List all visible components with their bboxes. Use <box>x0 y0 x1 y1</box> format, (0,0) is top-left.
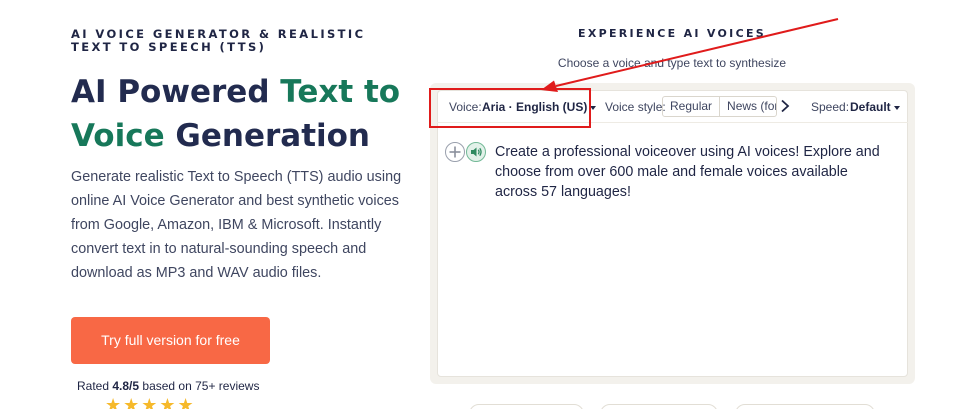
panel-title: EXPERIENCE AI VOICES <box>578 27 766 40</box>
add-voice-button[interactable] <box>445 142 465 162</box>
rating-prefix: Rated <box>77 379 113 393</box>
hero-title-part2: Generation <box>164 118 370 154</box>
editor-text[interactable]: Create a professional voiceover using AI… <box>495 142 890 202</box>
annotation-highlight-box <box>429 88 591 128</box>
try-full-version-button[interactable]: Try full version for free <box>71 317 270 364</box>
speed-select-value: Default <box>850 100 891 114</box>
style-option-news[interactable]: News (form <box>720 97 776 116</box>
rating-value: 4.8/5 <box>112 379 140 393</box>
speaker-icon <box>471 147 482 157</box>
caret-down-icon <box>893 105 900 110</box>
panel-subtitle: Choose a voice and type text to synthesi… <box>557 56 787 70</box>
voice-chip[interactable] <box>469 404 584 409</box>
speed-label: Speed: <box>811 100 850 114</box>
voice-chip[interactable] <box>735 404 875 409</box>
rating-suffix: based on 75+ reviews <box>139 379 260 393</box>
hero-title-part1: AI Powered <box>71 74 281 110</box>
play-voice-button[interactable] <box>466 142 486 162</box>
speed-select[interactable]: Default <box>850 100 900 114</box>
rating-stars: ★★★★★ <box>105 395 196 409</box>
rating-text: Rated 4.8/5 based on 75+ reviews <box>77 379 259 393</box>
text-editor[interactable] <box>437 90 908 377</box>
hero-title: AI Powered Text to Voice Generation <box>71 70 431 158</box>
voice-chip[interactable] <box>600 404 718 409</box>
plus-circle-icon <box>449 146 461 158</box>
caret-down-icon <box>590 105 597 110</box>
voice-style-label: Voice style: <box>605 100 666 114</box>
style-option-regular[interactable]: Regular <box>663 97 721 116</box>
hero-title-accent1: Text to <box>280 74 401 110</box>
hero-description: Generate realistic Text to Speech (TTS) … <box>71 169 402 281</box>
hero-eyebrow: AI VOICE GENERATOR & REALISTIC TEXT TO S… <box>71 27 366 54</box>
hero-title-accent2: Voice <box>71 118 165 154</box>
voice-style-selector: RegularNews (form <box>662 96 777 117</box>
chevron-right-icon[interactable] <box>780 99 790 113</box>
